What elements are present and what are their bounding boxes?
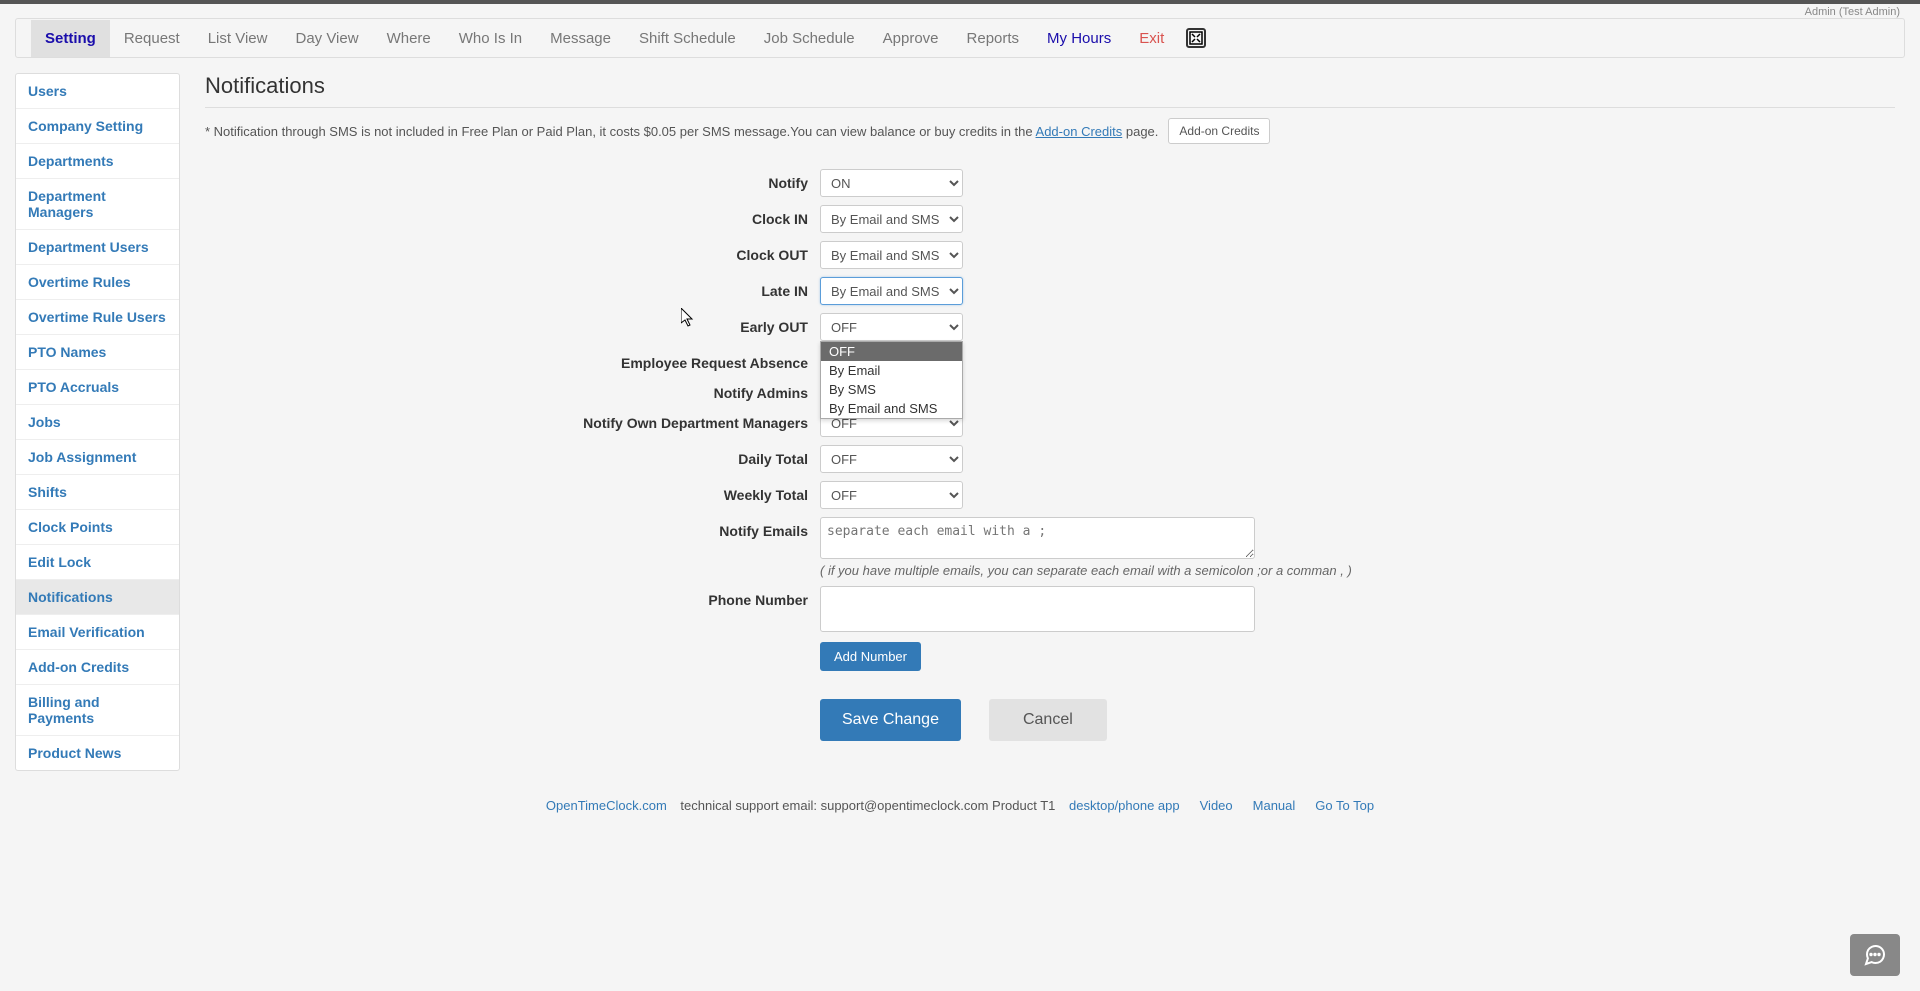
weekly-total-select[interactable]: OFF bbox=[820, 481, 963, 509]
daily-total-label: Daily Total bbox=[205, 445, 820, 467]
user-info: Admin (Test Admin) bbox=[0, 4, 1920, 18]
sidebar-item-jobs[interactable]: Jobs bbox=[16, 405, 179, 440]
notify-emails-label: Notify Emails bbox=[205, 517, 820, 539]
notify-emails-input[interactable] bbox=[820, 517, 1255, 559]
earlyout-label: Early OUT bbox=[205, 313, 820, 335]
nav-day-view[interactable]: Day View bbox=[281, 20, 372, 57]
earlyout-dropdown: OFFBy EmailBy SMSBy Email and SMS bbox=[820, 341, 963, 419]
addon-credits-link[interactable]: Add-on Credits bbox=[1036, 124, 1123, 139]
notify-label: Notify bbox=[205, 169, 820, 191]
clockout-select[interactable]: By Email and SMS bbox=[820, 241, 963, 269]
nav-message[interactable]: Message bbox=[536, 20, 625, 57]
sidebar-item-department-users[interactable]: Department Users bbox=[16, 230, 179, 265]
footer-link-desktop-phone-app[interactable]: desktop/phone app bbox=[1069, 798, 1180, 813]
notify-emails-hint: ( if you have multiple emails, you can s… bbox=[820, 563, 1352, 578]
dropdown-option-by-sms[interactable]: By SMS bbox=[821, 380, 962, 399]
fullscreen-icon[interactable] bbox=[1186, 28, 1206, 48]
sidebar-item-add-on-credits[interactable]: Add-on Credits bbox=[16, 650, 179, 685]
clockin-select[interactable]: By Email and SMS bbox=[820, 205, 963, 233]
footer-link-manual[interactable]: Manual bbox=[1253, 798, 1296, 813]
sidebar-item-email-verification[interactable]: Email Verification bbox=[16, 615, 179, 650]
latein-select[interactable]: By Email and SMS bbox=[820, 277, 963, 305]
earlyout-select[interactable]: OFF bbox=[820, 313, 963, 341]
sidebar-item-departments[interactable]: Departments bbox=[16, 144, 179, 179]
sidebar-item-pto-names[interactable]: PTO Names bbox=[16, 335, 179, 370]
nav-list-view[interactable]: List View bbox=[194, 20, 282, 57]
sidebar-item-notifications[interactable]: Notifications bbox=[16, 580, 179, 615]
sidebar-item-overtime-rules[interactable]: Overtime Rules bbox=[16, 265, 179, 300]
save-button[interactable]: Save Change bbox=[820, 699, 961, 741]
sidebar-item-billing-and-payments[interactable]: Billing and Payments bbox=[16, 685, 179, 736]
nav-setting[interactable]: Setting bbox=[31, 20, 110, 57]
sidebar-item-department-managers[interactable]: Department Managers bbox=[16, 179, 179, 230]
sidebar-item-users[interactable]: Users bbox=[16, 74, 179, 109]
latein-label: Late IN bbox=[205, 277, 820, 299]
nav-my-hours[interactable]: My Hours bbox=[1033, 20, 1125, 57]
nav-shift-schedule[interactable]: Shift Schedule bbox=[625, 20, 750, 57]
sidebar-item-overtime-rule-users[interactable]: Overtime Rule Users bbox=[16, 300, 179, 335]
dropdown-option-off[interactable]: OFF bbox=[821, 342, 962, 361]
sidebar-item-pto-accruals[interactable]: PTO Accruals bbox=[16, 370, 179, 405]
clockin-label: Clock IN bbox=[205, 205, 820, 227]
nav-where[interactable]: Where bbox=[373, 20, 445, 57]
nav-job-schedule[interactable]: Job Schedule bbox=[750, 20, 869, 57]
footer-brand-link[interactable]: OpenTimeClock.com bbox=[546, 798, 667, 813]
cancel-button[interactable]: Cancel bbox=[989, 699, 1107, 741]
addon-credits-button[interactable]: Add-on Credits bbox=[1168, 118, 1270, 144]
phone-number-label: Phone Number bbox=[205, 586, 820, 608]
notify-admins-label: Notify Admins bbox=[205, 379, 820, 401]
notify-own-dept-label: Notify Own Department Managers bbox=[205, 409, 820, 431]
footer-link-video[interactable]: Video bbox=[1200, 798, 1233, 813]
sidebar-item-clock-points[interactable]: Clock Points bbox=[16, 510, 179, 545]
add-number-button[interactable]: Add Number bbox=[820, 642, 921, 671]
nav-reports[interactable]: Reports bbox=[953, 20, 1034, 57]
page-title: Notifications bbox=[205, 73, 1895, 108]
nav-approve[interactable]: Approve bbox=[869, 20, 953, 57]
dropdown-option-by-email-and-sms[interactable]: By Email and SMS bbox=[821, 399, 962, 418]
nav-bar: SettingRequestList ViewDay ViewWhereWho … bbox=[15, 18, 1905, 58]
footer-link-go-to-top[interactable]: Go To Top bbox=[1315, 798, 1374, 813]
sidebar: UsersCompany SettingDepartmentsDepartmen… bbox=[15, 73, 180, 771]
sidebar-item-job-assignment[interactable]: Job Assignment bbox=[16, 440, 179, 475]
sidebar-item-company-setting[interactable]: Company Setting bbox=[16, 109, 179, 144]
nav-exit[interactable]: Exit bbox=[1125, 20, 1178, 57]
notice-text: * Notification through SMS is not includ… bbox=[205, 124, 1158, 139]
daily-total-select[interactable]: OFF bbox=[820, 445, 963, 473]
dropdown-option-by-email[interactable]: By Email bbox=[821, 361, 962, 380]
sidebar-item-shifts[interactable]: Shifts bbox=[16, 475, 179, 510]
footer: OpenTimeClock.com technical support emai… bbox=[0, 786, 1920, 825]
weekly-total-label: Weekly Total bbox=[205, 481, 820, 503]
sidebar-item-edit-lock[interactable]: Edit Lock bbox=[16, 545, 179, 580]
phone-number-input[interactable] bbox=[820, 586, 1255, 632]
nav-request[interactable]: Request bbox=[110, 20, 194, 57]
clockout-label: Clock OUT bbox=[205, 241, 820, 263]
sidebar-item-product-news[interactable]: Product News bbox=[16, 736, 179, 770]
notify-select[interactable]: ON bbox=[820, 169, 963, 197]
emp-req-absence-label: Employee Request Absence bbox=[205, 349, 820, 371]
nav-who-is-in[interactable]: Who Is In bbox=[445, 20, 536, 57]
chat-icon[interactable] bbox=[1850, 934, 1900, 976]
